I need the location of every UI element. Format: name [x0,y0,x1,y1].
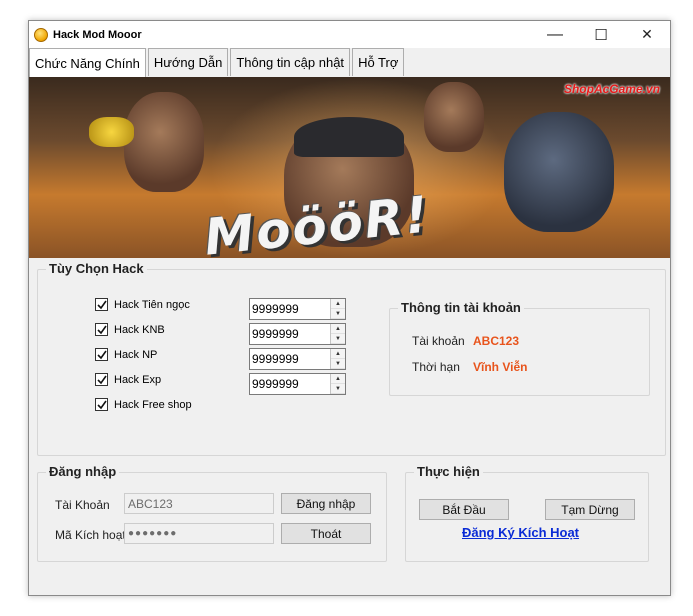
duration-label: Thời hạn [412,360,460,374]
knb-amount-spinner[interactable]: ▲ ▼ [330,324,345,344]
app-window: Hack Mod Mooor — ☐ ✕ Chức Năng Chính Hướ… [28,20,671,596]
tab-update-info[interactable]: Thông tin cập nhật [230,48,351,76]
tab-main-functions[interactable]: Chức Năng Chính [29,48,146,77]
np-amount-input[interactable]: 9999999 ▲ ▼ [249,348,346,370]
app-icon [34,27,48,42]
hack-gems-label: Hack Tiên ngọc [114,298,190,311]
gold-pot [89,117,134,147]
hack-knb-checkbox[interactable] [95,323,108,336]
login-button[interactable]: Đăng nhập [281,493,371,514]
hack-np-label: Hack NP [114,348,158,361]
spin-down-icon[interactable]: ▼ [331,334,345,344]
cat-character-right [504,112,614,232]
minimize-icon[interactable]: — [532,21,578,48]
spin-up-icon[interactable]: ▲ [331,324,345,334]
execute-group: Thực hiện Bắt Đầu Tạm Dừng Đăng Ký Kích … [405,464,649,562]
start-button[interactable]: Bắt Đầu [419,499,509,520]
hack-np-option[interactable]: Hack NP [95,348,157,361]
hack-gems-option[interactable]: Hack Tiên ngọc [95,298,190,311]
hack-exp-option[interactable]: Hack Exp [95,373,161,386]
cat-character-left [124,92,204,192]
login-account-input[interactable]: ABC123 [124,493,274,514]
activation-code-label: Mã Kích hoạt [55,528,126,542]
knb-amount-value: 9999999 [252,327,299,341]
account-value: ABC123 [473,334,520,348]
game-banner: ShopAcGame.vn MoööR! [29,77,670,258]
exp-amount-value: 9999999 [252,377,299,391]
hack-options-title: Tùy Chọn Hack [46,261,147,276]
login-group: Đăng nhập Tài Khoản ABC123 Mã Kích hoạt … [37,464,387,562]
spin-down-icon[interactable]: ▼ [331,309,345,319]
register-activation-link[interactable]: Đăng Ký Kích Hoạt [462,525,579,540]
pause-button[interactable]: Tạm Dừng [545,499,635,520]
gems-amount-spinner[interactable]: ▲ ▼ [330,299,345,319]
exit-button[interactable]: Thoát [281,523,371,544]
banner-watermark: ShopAcGame.vn [563,82,660,96]
hack-gems-checkbox[interactable] [95,298,108,311]
spin-down-icon[interactable]: ▼ [331,384,345,394]
hack-knb-label: Hack KNB [114,323,165,336]
tab-support[interactable]: Hỗ Trợ [352,48,405,76]
hack-np-checkbox[interactable] [95,348,108,361]
login-title: Đăng nhập [46,464,120,479]
maximize-icon[interactable]: ☐ [578,21,624,48]
exp-amount-input[interactable]: 9999999 ▲ ▼ [249,373,346,395]
activation-code-input[interactable]: ●●●●●●● [124,523,274,544]
login-account-label: Tài Khoản [55,498,110,512]
hack-free-shop-label: Hack Free shop [114,398,192,411]
account-label: Tài khoản [412,334,465,348]
close-icon[interactable]: ✕ [624,21,670,48]
hack-free-shop-option[interactable]: Hack Free shop [95,398,192,411]
window-title: Hack Mod Mooor [53,28,142,41]
spin-down-icon[interactable]: ▼ [331,359,345,369]
np-amount-value: 9999999 [252,352,299,366]
np-amount-spinner[interactable]: ▲ ▼ [330,349,345,369]
duration-value: Vĩnh Viễn [473,360,528,374]
cat-character-top [424,82,484,152]
hack-knb-option[interactable]: Hack KNB [95,323,165,336]
hack-exp-checkbox[interactable] [95,373,108,386]
spin-up-icon[interactable]: ▲ [331,349,345,359]
tab-bar: Chức Năng Chính Hướng Dẫn Thông tin cập … [29,48,406,77]
gems-amount-input[interactable]: 9999999 ▲ ▼ [249,298,346,320]
gems-amount-value: 9999999 [252,302,299,316]
knb-amount-input[interactable]: 9999999 ▲ ▼ [249,323,346,345]
hack-free-shop-checkbox[interactable] [95,398,108,411]
title-bar[interactable]: Hack Mod Mooor — ☐ ✕ [29,21,670,48]
execute-title: Thực hiện [414,464,483,479]
account-info-title: Thông tin tài khoản [398,300,524,315]
exp-amount-spinner[interactable]: ▲ ▼ [330,374,345,394]
cat-helmet [294,117,404,157]
hack-exp-label: Hack Exp [114,373,162,386]
window-controls: — ☐ ✕ [532,21,670,48]
hack-options-group: Tùy Chọn Hack Hack Tiên ngọc Hack KNB Ha… [37,261,666,456]
account-info-group: Thông tin tài khoản Tài khoản ABC123 Thờ… [389,300,650,396]
tab-guide[interactable]: Hướng Dẫn [147,48,229,76]
spin-up-icon[interactable]: ▲ [331,299,345,309]
spin-up-icon[interactable]: ▲ [331,374,345,384]
